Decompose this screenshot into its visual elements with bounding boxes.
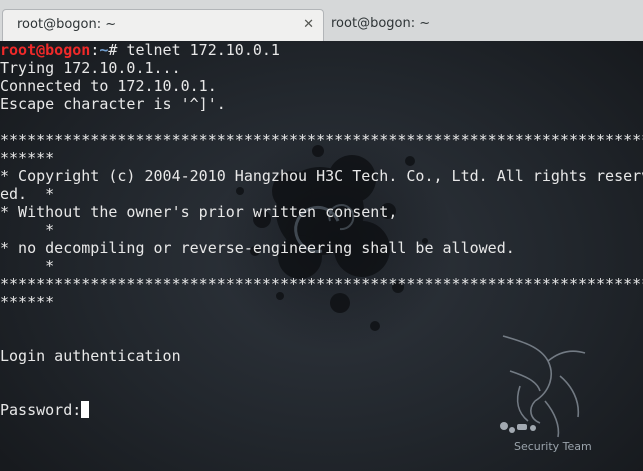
banner-line: * <box>0 257 55 275</box>
password-prompt: Password: <box>0 401 82 419</box>
banner-line: ed. * <box>0 185 55 203</box>
banner-line: * Copyright (c) 2004-2010 Hangzhou H3C T… <box>0 167 643 185</box>
text-cursor[interactable] <box>81 401 90 418</box>
prompt-user: root@bogon <box>0 41 91 59</box>
output-line: Trying 172.10.0.1... <box>0 59 181 77</box>
login-auth-line: Login authentication <box>0 347 181 365</box>
terminal-window: root@bogon: ~ ✕ root@bogon: ~ root@bogon… <box>0 0 643 471</box>
banner-line: * Without the owner's prior written cons… <box>0 203 398 221</box>
terminal-output: root@bogon:~# telnet 172.10.0.1 Trying 1… <box>0 41 643 419</box>
banner-border: ****** <box>0 149 55 167</box>
banner-border: ****************************************… <box>0 131 643 149</box>
terminal-area[interactable]: root@bogon:~# telnet 172.10.0.1 Trying 1… <box>0 41 643 471</box>
output-line: Escape character is '^]'. <box>0 95 226 113</box>
banner-border: ****** <box>0 293 55 311</box>
prompt-symbol: # <box>108 41 127 59</box>
tab-terminal-1[interactable]: root@bogon: ~ ✕ <box>2 9 324 41</box>
close-icon[interactable]: ✕ <box>303 10 314 40</box>
wallpaper-caption: Security Team <box>514 440 592 453</box>
tab-label: root@bogon: ~ <box>17 17 117 32</box>
tab-label: root@bogon: ~ <box>331 16 431 31</box>
banner-line: * no decompiling or reverse-engineering … <box>0 239 515 257</box>
output-line: Connected to 172.10.0.1. <box>0 77 217 95</box>
tab-terminal-2[interactable]: root@bogon: ~ <box>324 9 643 41</box>
command-text: telnet 172.10.0.1 <box>126 41 280 59</box>
prompt-separator: : <box>90 41 100 59</box>
tab-bar: root@bogon: ~ ✕ root@bogon: ~ <box>0 0 643 42</box>
banner-border: ****************************************… <box>0 275 643 293</box>
banner-line: * <box>0 221 55 239</box>
